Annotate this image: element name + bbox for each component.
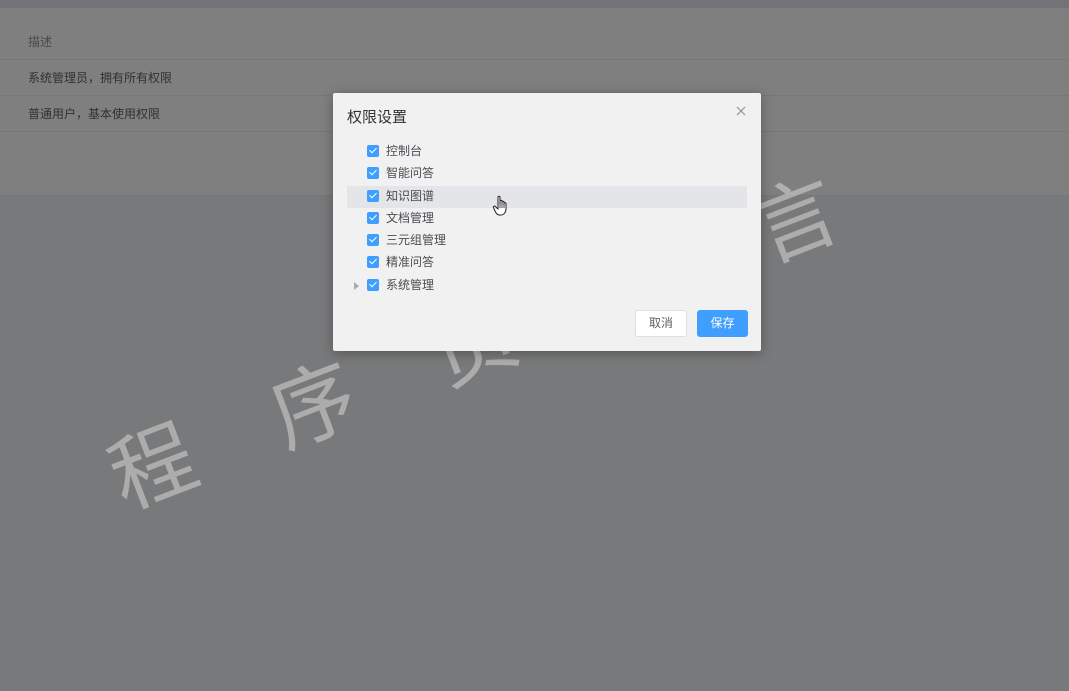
tree-node-label: 精准问答 (386, 255, 435, 270)
tree-node-system-management[interactable]: 系统管理 (347, 275, 747, 297)
tree-node-label: 智能问答 (386, 166, 435, 181)
checkbox-checked[interactable] (367, 234, 379, 247)
checkbox-checked[interactable] (367, 189, 379, 202)
cancel-button[interactable]: 取消 (635, 310, 687, 337)
tree-node-label: 系统管理 (386, 277, 435, 292)
tree-node-label: 文档管理 (386, 210, 435, 225)
save-button[interactable]: 保存 (697, 310, 748, 337)
checkbox-checked[interactable] (367, 278, 379, 291)
tree-node-document-management[interactable]: 文档管理 (347, 208, 747, 230)
permission-dialog: 权限设置 控制台 智能问答 知识图谱 文档管理 三元组管理 精准问答 系统管理 … (333, 93, 761, 351)
tree-node-label: 三元组管理 (386, 233, 447, 248)
tree-node-label: 控制台 (386, 144, 423, 158)
tree-node-smart-qa[interactable]: 智能问答 (347, 163, 747, 185)
checkbox-checked[interactable] (367, 211, 379, 224)
tree-node-triple-management[interactable]: 三元组管理 (347, 230, 747, 252)
caret-right-icon[interactable] (354, 281, 359, 290)
tree-node-label: 知识图谱 (386, 188, 435, 203)
checkbox-checked[interactable] (367, 256, 379, 269)
dialog-title: 权限设置 (347, 108, 408, 126)
tree-node-console[interactable]: 控制台 (347, 141, 747, 163)
checkbox-checked[interactable] (367, 145, 379, 157)
tree-node-knowledge-graph[interactable]: 知识图谱 (347, 185, 747, 208)
close-icon[interactable] (733, 103, 749, 119)
tree-node-precise-qa[interactable]: 精准问答 (347, 252, 747, 274)
permission-tree: 控制台 智能问答 知识图谱 文档管理 三元组管理 精准问答 系统管理 (347, 141, 747, 297)
checkbox-checked[interactable] (367, 167, 379, 180)
